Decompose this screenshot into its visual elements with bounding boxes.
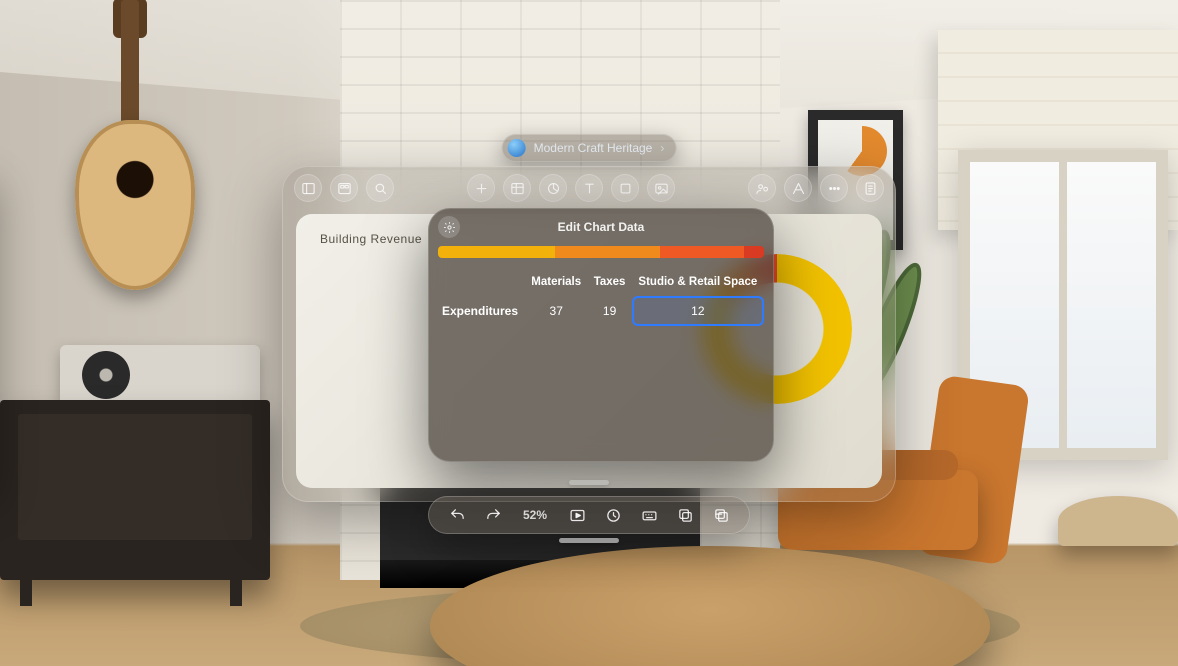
app-badge-icon [508,139,526,157]
data-cell[interactable]: 19 [587,296,631,326]
slide-heading: Building Revenue [320,232,422,246]
redo-button[interactable] [482,504,504,526]
insert-menu-button[interactable] [467,174,495,202]
copy-style-button[interactable] [674,504,696,526]
top-toolbar [282,166,896,210]
data-cell[interactable]: 12 [632,296,764,326]
column-header[interactable]: Taxes [587,268,631,296]
modal-title: Edit Chart Data [558,220,645,234]
chart-button[interactable] [539,174,567,202]
turntable [60,345,260,405]
column-header[interactable]: Materials [525,268,588,296]
column-header[interactable]: Studio & Retail Space [632,268,764,296]
series-color-1[interactable] [555,246,659,258]
media-button[interactable] [647,174,675,202]
document-options-button[interactable] [856,174,884,202]
document-title: Modern Craft Heritage [534,141,653,155]
row-header[interactable]: Expenditures [438,296,525,326]
text-button[interactable] [575,174,603,202]
home-indicator[interactable] [559,538,619,543]
bottom-toolbar: 52% [428,496,750,534]
data-cell[interactable]: 37 [525,296,588,326]
gear-icon [443,221,456,234]
window-grabber[interactable] [569,480,609,485]
view-options-button[interactable] [330,174,358,202]
series-color-0[interactable] [438,246,555,258]
chevron-right-icon: › [660,141,664,155]
zoom-level[interactable]: 52% [518,508,552,522]
keyboard-button[interactable] [638,504,660,526]
undo-button[interactable] [446,504,468,526]
chart-data-settings-button[interactable] [438,216,460,238]
collaborate-button[interactable] [748,174,776,202]
series-color-strip[interactable] [438,246,764,258]
shape-button[interactable] [611,174,639,202]
edit-chart-data-panel: Edit Chart Data MaterialsTaxesStudio & R… [428,208,774,462]
play-button[interactable] [566,504,588,526]
table-button[interactable] [503,174,531,202]
more-button[interactable] [820,174,848,202]
sidebar-toggle-button[interactable] [294,174,322,202]
series-color-3[interactable] [744,246,764,258]
zoom-menu-button[interactable] [366,174,394,202]
series-color-2[interactable] [660,246,745,258]
side-table [1058,496,1178,546]
guitar [55,0,205,320]
animate-button[interactable] [602,504,624,526]
credenza [0,400,270,580]
chart-data-table: MaterialsTaxesStudio & Retail Space Expe… [438,268,764,326]
document-title-pill[interactable]: Modern Craft Heritage › [502,134,677,162]
paste-style-button[interactable] [710,504,732,526]
format-button[interactable] [784,174,812,202]
